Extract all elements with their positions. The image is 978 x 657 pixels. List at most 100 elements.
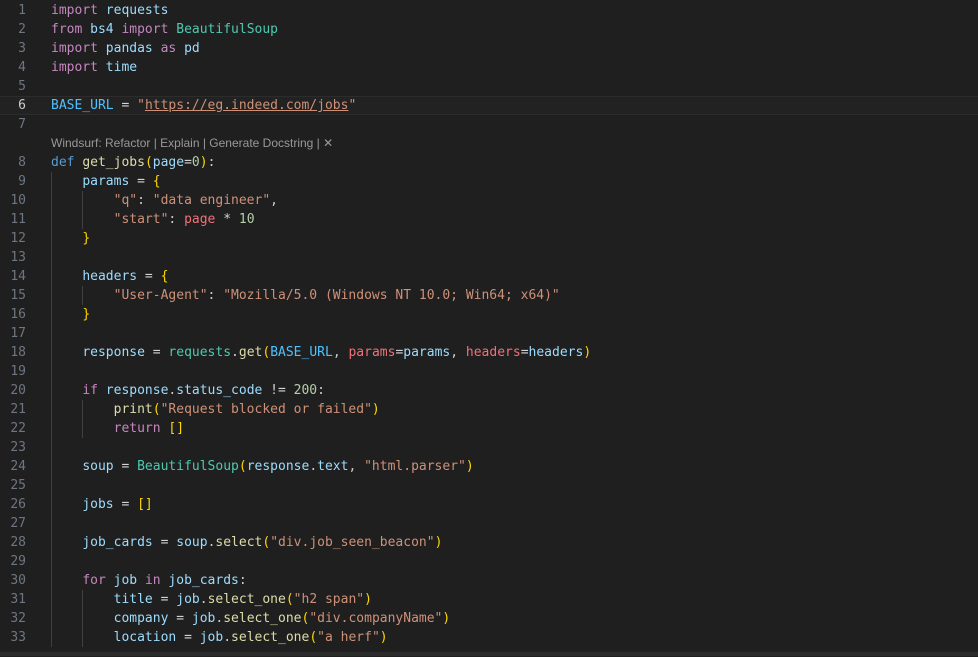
indent-guide	[51, 172, 52, 191]
code-text[interactable]: BASE_URL = "https://eg.indeed.com/jobs"	[26, 96, 356, 115]
code-text[interactable]	[26, 362, 82, 381]
code-token: }	[82, 231, 91, 246]
code-line[interactable]: 19	[0, 362, 978, 381]
code-text[interactable]: title = job.select_one("h2 span")	[26, 590, 372, 609]
code-text[interactable]: "start": page * 10	[26, 210, 255, 229]
horizontal-scrollbar[interactable]	[0, 651, 978, 657]
code-line[interactable]: 13	[0, 248, 978, 267]
line-number: 24	[10, 459, 26, 474]
indent-guide	[51, 229, 52, 248]
code-text[interactable]: company = job.select_one("div.companyNam…	[26, 609, 450, 628]
code-text[interactable]: }	[26, 305, 90, 324]
scrollbar-thumb[interactable]	[0, 652, 978, 656]
code-line[interactable]: 14 headers = {	[0, 267, 978, 286]
line-number: 31	[10, 592, 26, 607]
code-line[interactable]: 20 if response.status_code != 200:	[0, 381, 978, 400]
code-text[interactable]	[26, 476, 82, 495]
code-line[interactable]: 33 location = job.select_one("a herf")	[0, 628, 978, 647]
code-text[interactable]	[26, 324, 82, 343]
code-line[interactable]: 8 def get_jobs(page=0):	[0, 153, 978, 172]
code-line[interactable]: 15 "User-Agent": "Mozilla/5.0 (Windows N…	[0, 286, 978, 305]
code-line[interactable]: 26 jobs = []	[0, 495, 978, 514]
code-line[interactable]: 21 print("Request blocked or failed")	[0, 400, 978, 419]
code-token: (	[152, 402, 161, 417]
code-token: location	[113, 630, 177, 645]
code-text[interactable]: import time	[26, 58, 137, 77]
code-text[interactable]: from bs4 import BeautifulSoup	[26, 20, 278, 39]
code-text[interactable]: }	[26, 229, 90, 248]
code-line[interactable]: 18 response = requests.get(BASE_URL, par…	[0, 343, 978, 362]
code-token: select	[215, 535, 263, 550]
code-line[interactable]: 17	[0, 324, 978, 343]
code-text[interactable]: location = job.select_one("a herf")	[26, 628, 388, 647]
code-line[interactable]: 6 BASE_URL = "https://eg.indeed.com/jobs"	[0, 96, 978, 115]
code-token: requests	[168, 345, 232, 360]
code-text[interactable]: job_cards = soup.select("div.job_seen_be…	[26, 533, 442, 552]
code-text[interactable]: import pandas as pd	[26, 39, 200, 58]
code-editor[interactable]: 1 import requests 2 from bs4 import Beautif…	[0, 0, 978, 657]
code-line[interactable]: 3 import pandas as pd	[0, 39, 978, 58]
code-text[interactable]: if response.status_code != 200:	[26, 381, 325, 400]
code-token: requests	[97, 3, 169, 18]
code-line[interactable]: 31 title = job.select_one("h2 span")	[0, 590, 978, 609]
code-text[interactable]: for job in job_cards:	[26, 571, 247, 590]
code-line[interactable]: 12 }	[0, 229, 978, 248]
indent-guide	[51, 419, 52, 438]
code-line[interactable]: 4 import time	[0, 58, 978, 77]
code-token: :	[168, 212, 185, 227]
code-line[interactable]: 16 }	[0, 305, 978, 324]
code-text[interactable]	[26, 438, 82, 457]
code-line[interactable]: 9 params = {	[0, 172, 978, 191]
code-line[interactable]: 1 import requests	[0, 1, 978, 20]
line-number: 14	[10, 269, 26, 284]
code-line[interactable]: 29	[0, 552, 978, 571]
code-lens-actions[interactable]: Windsurf: Refactor | Explain | Generate …	[0, 134, 978, 153]
code-text[interactable]	[26, 77, 51, 96]
code-text[interactable]: import requests	[26, 1, 168, 20]
line-number: 26	[10, 497, 26, 512]
code-line[interactable]: 10 "q": "data engineer",	[0, 191, 978, 210]
code-token: print	[113, 402, 153, 417]
code-token: job	[191, 611, 216, 626]
code-text[interactable]: print("Request blocked or failed")	[26, 400, 380, 419]
code-token: def	[51, 155, 75, 170]
line-number: 18	[10, 345, 26, 360]
code-text[interactable]: params = {	[26, 172, 161, 191]
indent-guide	[51, 191, 52, 210]
code-line[interactable]: 23	[0, 438, 978, 457]
indent-guide	[51, 457, 52, 476]
code-line[interactable]: 2 from bs4 import BeautifulSoup	[0, 20, 978, 39]
line-number: 7	[18, 117, 26, 132]
code-text[interactable]: soup = BeautifulSoup(response.text, "htm…	[26, 457, 474, 476]
line-number: 10	[10, 193, 26, 208]
code-token: *	[215, 212, 239, 227]
code-text[interactable]	[26, 115, 51, 134]
code-text[interactable]: return []	[26, 419, 184, 438]
code-lines[interactable]: 1 import requests 2 from bs4 import Beautif…	[0, 0, 978, 647]
indent-guide	[51, 362, 52, 381]
code-text[interactable]: jobs = []	[26, 495, 153, 514]
code-line[interactable]: 7	[0, 115, 978, 134]
code-token: jobs	[82, 497, 114, 512]
code-text[interactable]	[26, 552, 82, 571]
code-line[interactable]: 27	[0, 514, 978, 533]
code-line[interactable]: 22 return []	[0, 419, 978, 438]
code-line[interactable]: 25	[0, 476, 978, 495]
code-line[interactable]: 11 "start": page * 10	[0, 210, 978, 229]
code-token: 10	[238, 212, 255, 227]
code-line[interactable]: 5	[0, 77, 978, 96]
code-text[interactable]: "q": "data engineer",	[26, 191, 278, 210]
code-text[interactable]: response = requests.get(BASE_URL, params…	[26, 343, 591, 362]
code-line[interactable]: 32 company = job.select_one("div.company…	[0, 609, 978, 628]
code-token: import	[51, 41, 98, 56]
code-text[interactable]: def get_jobs(page=0):	[26, 153, 215, 172]
code-text[interactable]	[26, 248, 82, 267]
code-text[interactable]: "User-Agent": "Mozilla/5.0 (Windows NT 1…	[26, 286, 560, 305]
code-text[interactable]: headers = {	[26, 267, 168, 286]
code-token: :	[317, 383, 325, 398]
code-line[interactable]: 28 job_cards = soup.select("div.job_seen…	[0, 533, 978, 552]
code-token: import	[121, 22, 169, 37]
code-line[interactable]: 30 for job in job_cards:	[0, 571, 978, 590]
code-text[interactable]	[26, 514, 82, 533]
code-line[interactable]: 24 soup = BeautifulSoup(response.text, "…	[0, 457, 978, 476]
